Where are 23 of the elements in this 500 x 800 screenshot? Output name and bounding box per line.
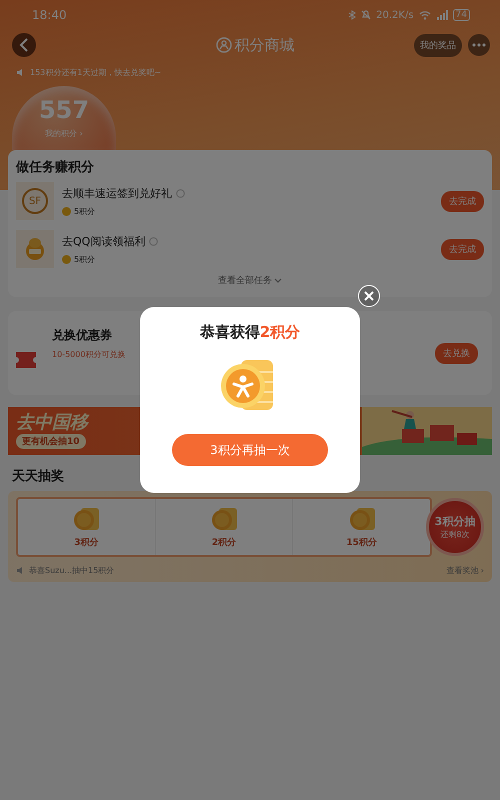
status-time: 18:40 (32, 8, 67, 22)
task-name: 去QQ阅读领福利 (62, 234, 146, 248)
coupon-title: 兑换优惠券 (52, 326, 112, 344)
banner-headline: 去中国移 (16, 411, 88, 434)
prize-label: 2积分 (212, 536, 236, 548)
task-logo-icon: SF (16, 182, 54, 220)
points-label: 我的积分 › (45, 128, 83, 139)
banner-subline: 更有机会抽10 (16, 434, 86, 449)
prize-label: 3积分 (74, 536, 98, 548)
task-reward: 5积分 (74, 206, 96, 216)
battery-indicator: 74 (452, 9, 470, 21)
task-name: 去顺丰速运签到兑好礼 (62, 186, 172, 200)
coupon-subtitle: 10-5000积分可兑换 (52, 348, 126, 360)
winner-notice: 恭喜Suzu...抽中15积分 (29, 565, 114, 576)
lottery-title: 天天抽奖 (12, 468, 65, 485)
task-section-title: 做任务赚积分 (16, 158, 95, 176)
task-reward: 5积分 (74, 254, 96, 264)
dialog-title: 恭喜获得2积分 (200, 323, 300, 342)
prize-label: 15积分 (346, 536, 377, 548)
points-value: 557 (38, 96, 90, 124)
page-title: 积分商城 (234, 36, 294, 54)
expiry-notice: 153积分还有1天过期，快去兑奖吧~ (30, 67, 162, 78)
network-speed: 20.2K/s (376, 10, 414, 20)
